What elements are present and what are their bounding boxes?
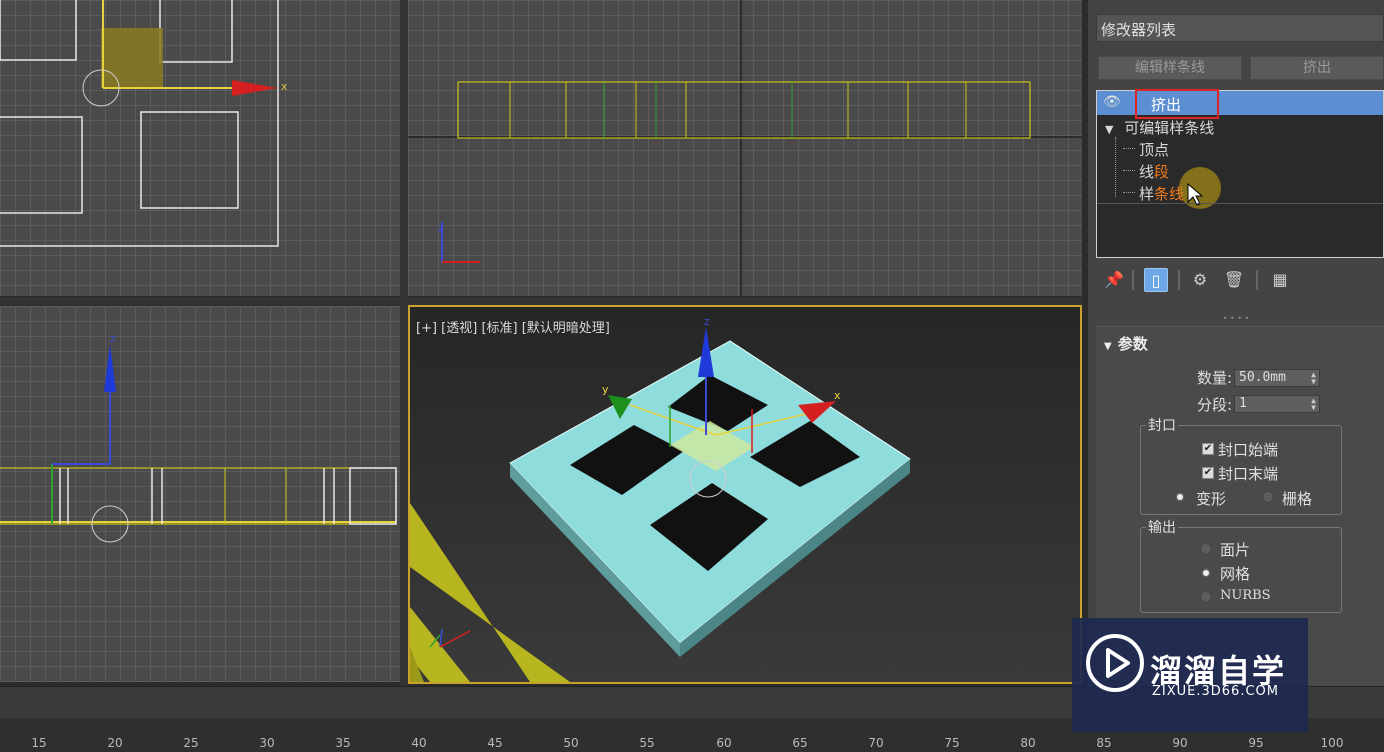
expand-triangle-icon[interactable]: ▼ — [1105, 123, 1113, 136]
persp-axis-y: y — [602, 383, 609, 396]
viewport-left[interactable]: z — [0, 306, 400, 682]
make-unique-icon[interactable]: ⚙ — [1188, 268, 1212, 292]
left-view-shapes: z — [0, 332, 397, 543]
extrude-button[interactable]: 挤出 — [1250, 56, 1384, 80]
command-panel: 修改器列表 编辑样条线 挤出 👁 挤出 ▼ 可编辑样条线 顶点 线段 样条线 📌 — [1088, 0, 1384, 686]
amount-label: 数量: — [1196, 369, 1232, 387]
ruler-label: 80 — [1020, 736, 1036, 750]
viewport-perspective[interactable]: [+] [透视] [标准] [默认明暗处理] z y x — [408, 305, 1082, 684]
ruler-label: 55 — [639, 736, 655, 750]
cap-end-label: 封口末端 — [1218, 465, 1279, 483]
show-end-result-icon[interactable]: ▯ — [1144, 268, 1168, 292]
nurbs-radio[interactable] — [1200, 591, 1212, 603]
ruler-label: 45 — [487, 736, 503, 750]
capping-title: 封口 — [1146, 415, 1178, 435]
spinner-arrows-icon[interactable]: ▲ ▼ — [1311, 371, 1316, 386]
toolbar-separator — [1132, 270, 1134, 290]
amount-value: 50.0mm — [1239, 370, 1286, 385]
panel-grip[interactable]: • • • • — [1088, 315, 1384, 323]
viewport-front[interactable]: z — [408, 0, 1082, 296]
highlight-box — [1135, 89, 1219, 119]
sub-object-vertex[interactable]: 顶点 — [1122, 139, 1170, 160]
toolbar-separator — [1178, 270, 1180, 290]
morph-label: 变形 — [1196, 490, 1227, 508]
ruler-label: 40 — [411, 736, 427, 750]
front-view-shapes: z — [408, 0, 1082, 296]
modifier-stack[interactable]: 👁 挤出 ▼ 可编辑样条线 顶点 线段 样条线 — [1096, 89, 1384, 258]
mesh-radio[interactable] — [1200, 567, 1212, 579]
sub-object-segment[interactable]: 线段 — [1122, 161, 1170, 182]
stack-item-editable-spline[interactable]: ▼ 可编辑样条线 — [1105, 117, 1214, 138]
grid-radio[interactable] — [1262, 491, 1274, 503]
ruler-label: 65 — [792, 736, 808, 750]
toolbar-separator — [1256, 270, 1258, 290]
sub-object-spline[interactable]: 样条线 — [1122, 183, 1185, 204]
cap-start-checkbox[interactable]: ✔ — [1202, 443, 1214, 455]
watermark: 溜溜自学 ZIXUE.3D66.COM — [1072, 618, 1308, 732]
watermark-subtitle: ZIXUE.3D66.COM — [1152, 684, 1279, 699]
segments-label: 分段: — [1196, 396, 1232, 414]
collapse-triangle-icon: ▼ — [1104, 341, 1112, 352]
axis-z-label: z — [438, 224, 443, 235]
patch-label: 面片 — [1220, 541, 1251, 559]
persp-axis-x: x — [834, 389, 841, 402]
segments-spinner[interactable]: 1 ▲ ▼ — [1234, 395, 1320, 413]
ruler-label: 30 — [259, 736, 275, 750]
viewport-top[interactable]: x — [0, 0, 400, 296]
axis-z-label-left: z — [110, 332, 116, 345]
pin-icon[interactable]: 📌 — [1102, 268, 1126, 292]
stack-separator — [1097, 203, 1383, 204]
axis-x-label: x — [281, 80, 288, 93]
edit-spline-button[interactable]: 编辑样条线 — [1098, 56, 1242, 80]
output-title: 输出 — [1146, 517, 1178, 537]
perspective-scene: z y x — [410, 315, 911, 682]
amount-spinner[interactable]: 50.0mm ▲ ▼ — [1234, 369, 1320, 387]
sub-object-label-prefix: 样 — [1139, 185, 1155, 203]
remove-modifier-icon[interactable]: 🗑 — [1222, 268, 1246, 292]
ruler-label: 100 — [1320, 736, 1344, 750]
ruler-label: 20 — [107, 736, 123, 750]
segments-value: 1 — [1239, 396, 1247, 411]
nurbs-label: NURBS — [1220, 588, 1271, 603]
viewport-label[interactable]: [+] [透视] [标准] [默认明暗处理] — [416, 317, 610, 336]
ruler-label: 25 — [183, 736, 199, 750]
ruler-label: 85 — [1096, 736, 1112, 750]
ruler-label: 15 — [31, 736, 47, 750]
tree-line — [1115, 137, 1116, 197]
sub-object-label: 顶点 — [1139, 141, 1170, 159]
sub-object-label-highlight: 条线 — [1154, 185, 1185, 203]
configure-icon[interactable]: ▦ — [1268, 268, 1292, 292]
viewport-divider-vertical[interactable] — [400, 0, 408, 690]
morph-radio[interactable] — [1174, 491, 1186, 503]
stack-toolbar: 📌 ▯ ⚙ 🗑 ▦ — [1096, 266, 1384, 296]
ruler-label: 95 — [1248, 736, 1264, 750]
grid-label: 栅格 — [1282, 490, 1313, 508]
spinner-arrows-icon[interactable]: ▲ ▼ — [1311, 397, 1316, 412]
viewport-divider-horizontal[interactable] — [0, 297, 1082, 305]
stack-item-label: 可编辑样条线 — [1124, 119, 1215, 137]
patch-radio[interactable] — [1200, 543, 1212, 555]
persp-axis-z: z — [704, 315, 710, 328]
top-view-shapes: x — [0, 0, 288, 247]
modifier-list-dropdown[interactable]: 修改器列表 — [1096, 14, 1384, 42]
ruler-label: 60 — [716, 736, 732, 750]
eye-icon[interactable]: 👁 — [1103, 94, 1121, 110]
ruler-label: 70 — [868, 736, 884, 750]
rollout-header[interactable]: ▼ 参数 — [1104, 333, 1148, 354]
cap-end-checkbox[interactable]: ✔ — [1202, 467, 1214, 479]
ruler-label: 50 — [563, 736, 579, 750]
ruler-label: 75 — [944, 736, 960, 750]
ruler-label: 35 — [335, 736, 351, 750]
rollout-title: 参数 — [1117, 335, 1148, 353]
sub-object-label-prefix: 线 — [1139, 163, 1155, 181]
cap-start-label: 封口始端 — [1218, 441, 1279, 459]
watermark-logo-icon — [1086, 634, 1144, 692]
mesh-label: 网格 — [1220, 565, 1251, 583]
ruler-label: 90 — [1172, 736, 1188, 750]
sub-object-label-highlight: 段 — [1154, 163, 1170, 181]
